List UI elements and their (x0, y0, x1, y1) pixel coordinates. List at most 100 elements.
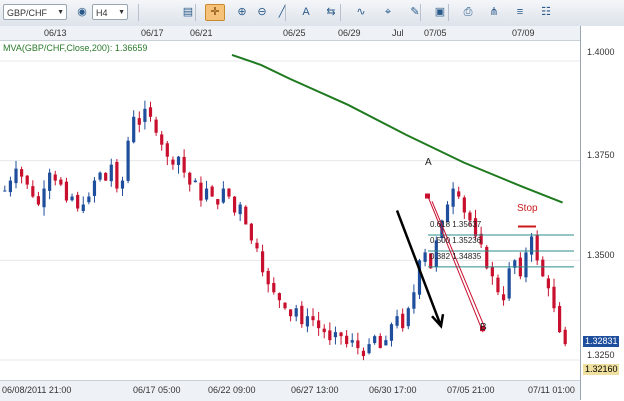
pencil-icon[interactable]: ✎ (405, 4, 425, 21)
candle-body (501, 294, 506, 301)
candle-body (361, 350, 366, 357)
price-tick: 1.3250 (587, 350, 615, 360)
candle-body (317, 320, 321, 329)
top-date-tick: 06/21 (190, 28, 213, 38)
candle-body (322, 328, 326, 333)
top-date-tick: Jul (392, 28, 404, 38)
bottom-date-tick: 06/17 05:00 (133, 385, 181, 395)
mva-line (231, 54, 563, 204)
candle-body (14, 168, 18, 184)
candle-body (485, 246, 489, 269)
toolbar-separator (340, 4, 341, 21)
candle-body (59, 179, 63, 185)
price-chart[interactable] (0, 41, 580, 380)
indicator-label: MVA(GBP/CHF,Close,200): 1.36659 (3, 43, 148, 53)
candle-body (378, 335, 382, 349)
candle-body (143, 108, 147, 122)
indicator-icon[interactable]: ∿ (351, 4, 371, 21)
candle-body (260, 251, 265, 273)
candle-body (356, 340, 360, 349)
top-date-tick: 06/13 (44, 28, 67, 38)
candle-body (227, 188, 231, 197)
candle-body (148, 107, 153, 117)
candle-body (126, 140, 130, 181)
properties-icon[interactable]: ☷ (536, 4, 556, 21)
fib-icon[interactable]: ≡ (510, 4, 530, 21)
price-tick: 1.4000 (587, 47, 615, 57)
top-date-tick: 06/29 (338, 28, 361, 38)
candle-body (546, 278, 550, 289)
candle-body (154, 119, 158, 133)
timeframe-label: H4 (96, 8, 108, 18)
candle-body (345, 335, 349, 345)
candle-body (193, 180, 197, 183)
crosshair-icon[interactable]: ✛ (205, 4, 225, 21)
candle-body (210, 186, 214, 197)
bottom-date-tick: 07/11 01:00 (528, 385, 575, 395)
stop-label: Stop (517, 203, 538, 214)
toolbar-separator (195, 4, 196, 21)
scroll-icon[interactable]: ⇆ (321, 4, 341, 21)
print-icon[interactable]: ⎙ (458, 4, 478, 21)
candle-body (36, 196, 41, 205)
candle-body (25, 175, 29, 185)
candle-body (389, 324, 394, 341)
candle-body (160, 134, 164, 145)
candle-body (171, 159, 175, 165)
ask-price-tag: 1.32160 (583, 364, 619, 375)
candle-body (20, 169, 24, 177)
candle-body (395, 316, 399, 326)
toolbar-separator (138, 4, 139, 21)
zoom-in-icon[interactable]: ⊕ (232, 4, 252, 21)
candle-body (507, 268, 511, 299)
candle-body (490, 266, 494, 277)
candle-body (8, 180, 13, 193)
candle-body (132, 116, 136, 143)
candle-body (412, 292, 416, 309)
candle-body (221, 188, 225, 203)
globe-icon[interactable]: ◉ (72, 4, 92, 21)
candle-body (204, 188, 209, 200)
candle-body (524, 252, 528, 278)
candle-body (333, 332, 338, 338)
bid-price-tag: 1.32831 (583, 336, 619, 347)
candle-body (535, 234, 539, 261)
symbol-select[interactable]: GBP/CHF ▼ (3, 4, 67, 20)
candle-body (182, 156, 186, 173)
chart-toolbar: GBP/CHF ▼ H4 ▼ ◉ ▤ ✛ ⊕ ⊖ ╱ A ⇆ ∿ ⌖ ✎ ▣ ⎙ ⋔ ≡ ☷ (0, 0, 624, 27)
top-date-tick: 07/05 (424, 28, 447, 38)
candle-body (289, 309, 293, 317)
candle-body (3, 190, 7, 192)
line-tool-icon[interactable]: ╱ (272, 4, 292, 21)
bottom-date-tick: 06/30 17:00 (369, 385, 417, 395)
bottom-date-tick: 06/27 13:00 (291, 385, 339, 395)
candle-body (462, 197, 466, 213)
pin-icon[interactable]: ⌖ (378, 4, 398, 21)
text-tool-icon[interactable]: A (296, 4, 316, 21)
top-date-tick: 07/09 (512, 28, 535, 38)
candle-body (31, 186, 35, 197)
candle-body (232, 196, 237, 213)
timeframe-select[interactable]: H4 ▼ (92, 4, 128, 20)
price-tick: 1.3750 (587, 150, 615, 160)
candle-body (305, 316, 310, 327)
candle-body (81, 204, 85, 212)
candle-body (457, 191, 461, 197)
fork-icon[interactable]: ⋔ (484, 4, 504, 21)
chevron-down-icon: ▼ (57, 9, 64, 16)
candle-body (53, 174, 57, 181)
chevron-down-icon: ▼ (118, 9, 125, 16)
candle-body (496, 277, 500, 293)
toolbar-separator (420, 4, 421, 21)
candle-body (423, 252, 427, 262)
candle-body (406, 308, 410, 327)
candle-body (76, 194, 80, 209)
candle-body (104, 172, 108, 181)
candle-body (401, 313, 405, 329)
candle-body (249, 223, 253, 241)
candle-body (311, 316, 315, 321)
zoom-out-icon[interactable]: ⊖ (252, 4, 272, 21)
image-icon[interactable]: ▣ (430, 4, 450, 21)
price-tick: 1.3500 (587, 250, 615, 260)
point-a-marker (425, 193, 430, 199)
